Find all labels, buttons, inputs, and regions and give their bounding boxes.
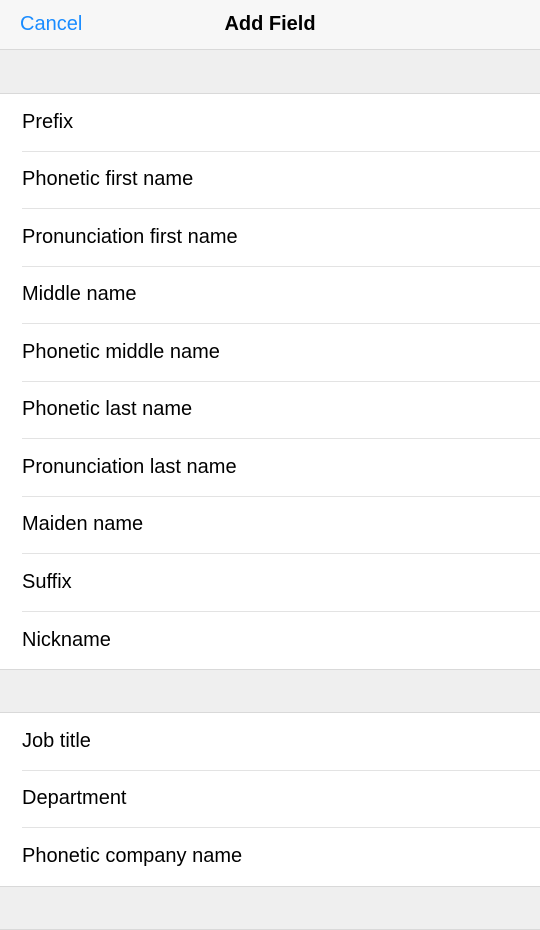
field-label: Department — [22, 787, 127, 810]
field-row-nickname[interactable]: Nickname — [0, 612, 540, 670]
field-label: Maiden name — [22, 513, 143, 536]
field-label: Middle name — [22, 283, 137, 306]
field-row-pronunciation-last-name[interactable]: Pronunciation last name — [0, 439, 540, 497]
field-row-phonetic-company-name[interactable]: Phonetic company name — [0, 828, 540, 886]
field-row-job-title[interactable]: Job title — [0, 713, 540, 771]
field-label: Nickname — [22, 629, 111, 652]
field-row-maiden-name[interactable]: Maiden name — [0, 497, 540, 555]
field-label: Pronunciation last name — [22, 456, 237, 479]
field-label: Prefix — [22, 111, 73, 134]
field-label: Job title — [22, 730, 91, 753]
field-row-pronunciation-first-name[interactable]: Pronunciation first name — [0, 209, 540, 267]
field-label: Phonetic company name — [22, 845, 242, 868]
page-title: Add Field — [224, 13, 315, 36]
field-row-phonetic-middle-name[interactable]: Phonetic middle name — [0, 324, 540, 382]
work-section: Job title Department Phonetic company na… — [0, 713, 540, 886]
field-label: Phonetic first name — [22, 168, 193, 191]
field-label: Phonetic last name — [22, 398, 192, 421]
cancel-button[interactable]: Cancel — [20, 13, 82, 36]
field-row-prefix[interactable]: Prefix — [0, 94, 540, 152]
section-spacer — [0, 50, 540, 94]
section-spacer — [0, 669, 540, 713]
names-section: Prefix Phonetic first name Pronunciation… — [0, 94, 540, 669]
navigation-bar: Cancel Add Field — [0, 0, 540, 50]
field-row-department[interactable]: Department — [0, 771, 540, 829]
field-label: Suffix — [22, 571, 72, 594]
field-row-middle-name[interactable]: Middle name — [0, 267, 540, 325]
field-row-phonetic-last-name[interactable]: Phonetic last name — [0, 382, 540, 440]
field-row-suffix[interactable]: Suffix — [0, 554, 540, 612]
field-row-phonetic-first-name[interactable]: Phonetic first name — [0, 152, 540, 210]
field-label: Phonetic middle name — [22, 341, 220, 364]
field-label: Pronunciation first name — [22, 226, 238, 249]
section-spacer — [0, 886, 540, 930]
